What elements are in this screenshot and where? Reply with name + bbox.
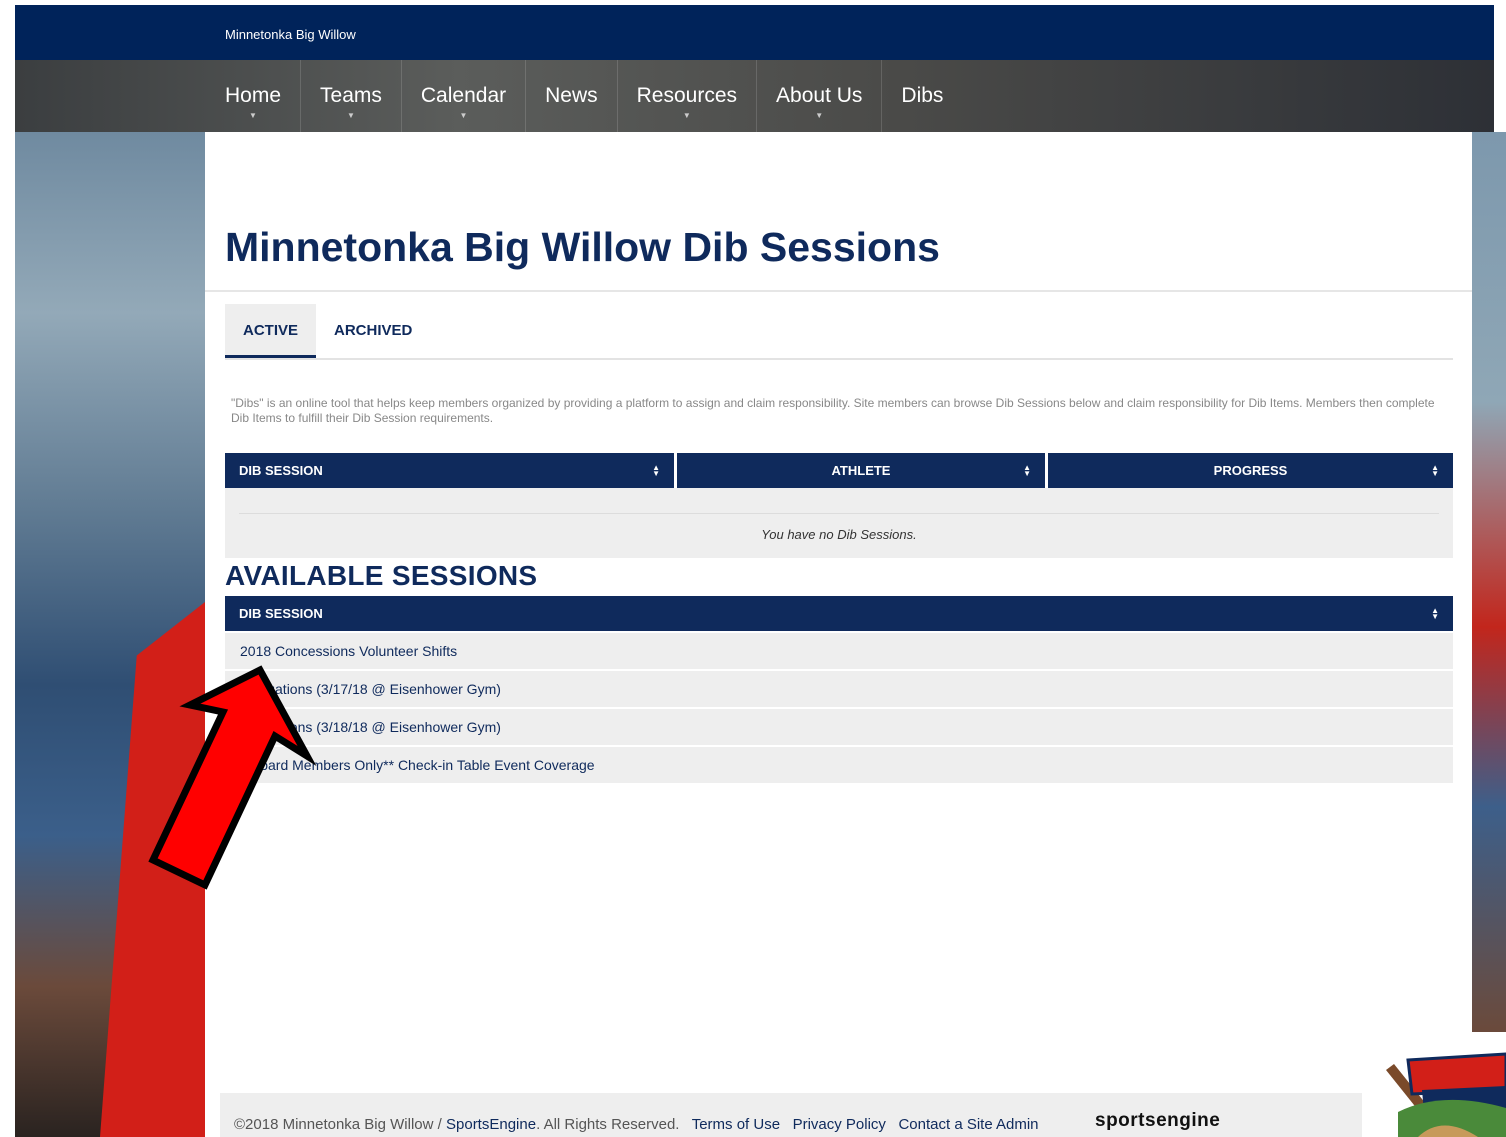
empty-state-message: You have no Dib Sessions. <box>761 527 917 542</box>
rights-text: . All Rights Reserved. <box>536 1116 680 1133</box>
footer-text: ©2018 Minnetonka Big Willow / SportsEngi… <box>234 1116 1039 1133</box>
background-photo-left <box>15 132 205 1137</box>
available-sessions-list: 2018 Concessions Volunteer Shifts Evaluat… <box>225 633 1453 785</box>
footer: ©2018 Minnetonka Big Willow / SportsEngi… <box>220 1093 1362 1137</box>
site-name-link[interactable]: Minnetonka Big Willow <box>225 27 356 42</box>
tabs-divider <box>225 358 1453 360</box>
chevron-down-icon: ▼ <box>682 111 691 120</box>
sort-icon[interactable]: ▲ ▼ <box>1431 463 1439 477</box>
main-nav-bar: Home ▼ Teams ▼ Calendar ▼ News Resources ▼ About … <box>15 60 1494 132</box>
nav-item-label: Teams <box>320 84 382 107</box>
tab-archived[interactable]: ARCHIVED <box>316 304 430 358</box>
available-sessions-heading: AVAILABLE SESSIONS <box>225 560 538 591</box>
page-title: Minnetonka Big Willow Dib Sessions <box>225 224 940 270</box>
nav-item-label: About Us <box>776 84 863 107</box>
session-row-link[interactable]: Evaluations (3/18/18 @ Eisenhower Gym) <box>225 709 1453 745</box>
terms-link[interactable]: Terms of Use <box>692 1116 780 1133</box>
contact-admin-link[interactable]: Contact a Site Admin <box>898 1116 1038 1133</box>
my-sessions-empty-state: You have no Dib Sessions. <box>225 488 1453 558</box>
nav-item-label: Calendar <box>420 84 507 107</box>
tab-active[interactable]: ACTIVE <box>225 304 317 358</box>
sort-icon[interactable]: ▲ ▼ <box>1023 463 1031 477</box>
empty-state-divider <box>239 513 1439 514</box>
session-row-link[interactable]: **Board Members Only** Check-in Table Ev… <box>225 747 1453 783</box>
session-row-link[interactable]: Evaluations (3/17/18 @ Eisenhower Gym) <box>225 671 1453 707</box>
top-bar: Minnetonka Big Willow <box>15 5 1494 60</box>
sort-icon[interactable]: ▲ ▼ <box>652 463 660 477</box>
chevron-down-icon: ▼ <box>459 111 468 120</box>
nav-item-label: Resources <box>636 84 738 107</box>
chevron-down-icon: ▼ <box>346 111 355 120</box>
chevron-down-icon: ▼ <box>815 111 824 120</box>
session-row-link[interactable]: 2018 Concessions Volunteer Shifts <box>225 633 1453 669</box>
background-photo-right <box>1472 132 1506 1032</box>
annotation-arrow <box>148 665 317 890</box>
column-header-label: ATHLETE <box>831 463 891 478</box>
dibs-description: "Dibs" is an online tool that helps keep… <box>231 396 1435 425</box>
main-nav: Home ▼ Teams ▼ Calendar ▼ News Resources ▼ About … <box>223 60 962 132</box>
sort-icon[interactable]: ▲ ▼ <box>1431 606 1439 620</box>
nav-item-label: Home <box>225 84 282 107</box>
sportsengine-logo[interactable]: sportsengine <box>1095 1110 1220 1132</box>
copyright-text: ©2018 Minnetonka Big Willow / <box>234 1116 446 1133</box>
column-header-label: DIB SESSION <box>239 463 323 478</box>
column-header-progress[interactable]: PROGRESS ▲ ▼ <box>1048 453 1453 488</box>
nav-item-label: News <box>545 84 598 107</box>
session-tabs: ACTIVE ARCHIVED <box>225 304 430 358</box>
column-header-label: DIB SESSION <box>239 606 323 621</box>
chevron-down-icon: ▼ <box>249 111 257 120</box>
available-table-header[interactable]: DIB SESSION ▲ ▼ <box>225 596 1453 631</box>
column-header-athlete[interactable]: ATHLETE ▲ ▼ <box>677 453 1045 488</box>
privacy-link[interactable]: Privacy Policy <box>793 1116 886 1133</box>
nav-item-calendar[interactable]: Calendar ▼ <box>400 60 525 132</box>
nav-item-about-us[interactable]: About Us ▼ <box>756 60 881 132</box>
my-sessions-table-header: DIB SESSION ▲ ▼ ATHLETE ▲ ▼ PROGRESS ▲ ▼ <box>225 453 1453 488</box>
column-header-label: PROGRESS <box>1213 463 1288 478</box>
nav-item-news[interactable]: News <box>525 60 617 132</box>
column-header-dib-session[interactable]: DIB SESSION ▲ ▼ <box>225 453 674 488</box>
minnetonka-big-willow-logo <box>1386 1052 1506 1137</box>
main-content: Minnetonka Big Willow Dib Sessions ACTIV… <box>205 132 1472 1137</box>
nav-item-label: Dibs <box>901 84 944 107</box>
nav-item-teams[interactable]: Teams ▼ <box>300 60 401 132</box>
nav-item-resources[interactable]: Resources ▼ <box>616 60 756 132</box>
nav-item-home[interactable]: Home ▼ <box>223 60 300 132</box>
nav-item-dibs[interactable]: Dibs <box>881 60 962 132</box>
sportsengine-link[interactable]: SportsEngine <box>446 1116 536 1133</box>
title-divider <box>205 290 1472 292</box>
